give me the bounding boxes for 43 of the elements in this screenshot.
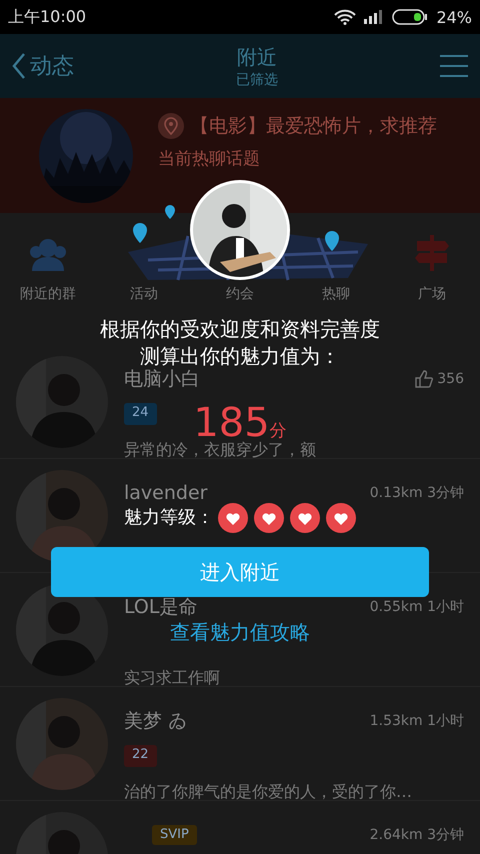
user-status: 实习求工作啊	[124, 668, 221, 688]
battery-icon	[392, 9, 428, 25]
group-icon[interactable]	[28, 237, 68, 271]
thumbs-up-icon	[415, 370, 434, 388]
user-status: 异常的冷，衣服穿少了，额	[124, 440, 317, 460]
user-name: lavender	[124, 484, 208, 502]
user-status: 治的了你脾气的是你爱的人，受的了你…	[124, 782, 413, 802]
wifi-icon	[334, 9, 356, 25]
category-label[interactable]: 广场	[418, 285, 446, 303]
dialog-text: 测算出你的魅力值为：	[140, 345, 340, 367]
chevron-left-icon	[12, 52, 26, 80]
user-tag: SVIP	[152, 824, 197, 846]
user-meta: 1.53km 1小时	[370, 714, 464, 728]
topic-caption: 当前热聊话题	[158, 148, 261, 170]
battery-level: 24%	[436, 8, 472, 26]
location-pin-icon	[158, 113, 184, 139]
user-name: LOL是命	[124, 598, 198, 616]
user-meta: 2.64km 3分钟	[370, 828, 464, 842]
charm-guide-link[interactable]: 查看魅力值攻略	[170, 622, 310, 642]
user-tag: 24	[124, 403, 157, 425]
user-meta: 0.55km 1小时	[370, 600, 464, 614]
enter-nearby-button[interactable]: 进入附近	[51, 547, 429, 597]
clock: 上午10:00	[8, 6, 86, 28]
back-button[interactable]: 动态	[12, 51, 74, 81]
page-title: 附近	[237, 44, 277, 70]
menu-icon[interactable]	[440, 54, 468, 78]
dialog-text: 根据你的受欢迎度和资料完善度	[100, 318, 380, 340]
user-name: 美梦 ゐ	[124, 712, 188, 730]
charm-level-label: 魅力等级：	[124, 509, 214, 527]
category-label[interactable]: 附近的群	[20, 285, 76, 303]
category-label[interactable]: 热聊	[322, 285, 350, 303]
user-meta: 356	[437, 372, 464, 386]
topic-banner[interactable]: 【电影】最爱恐怖片，求推荐 当前热聊话题	[0, 98, 480, 213]
filter-status: 已筛选	[236, 70, 278, 88]
signpost-icon[interactable]	[415, 235, 449, 271]
category-label[interactable]: 约会	[226, 285, 254, 303]
topic-title: 【电影】最爱恐怖片，求推荐	[190, 114, 437, 139]
signal-icon	[364, 10, 384, 24]
user-name: 电脑小白	[124, 370, 200, 388]
category-label[interactable]: 活动	[130, 285, 158, 303]
charm-score: 185分	[193, 405, 287, 441]
user-tag: 22	[124, 745, 157, 767]
user-meta: 0.13km 3分钟	[370, 486, 464, 500]
